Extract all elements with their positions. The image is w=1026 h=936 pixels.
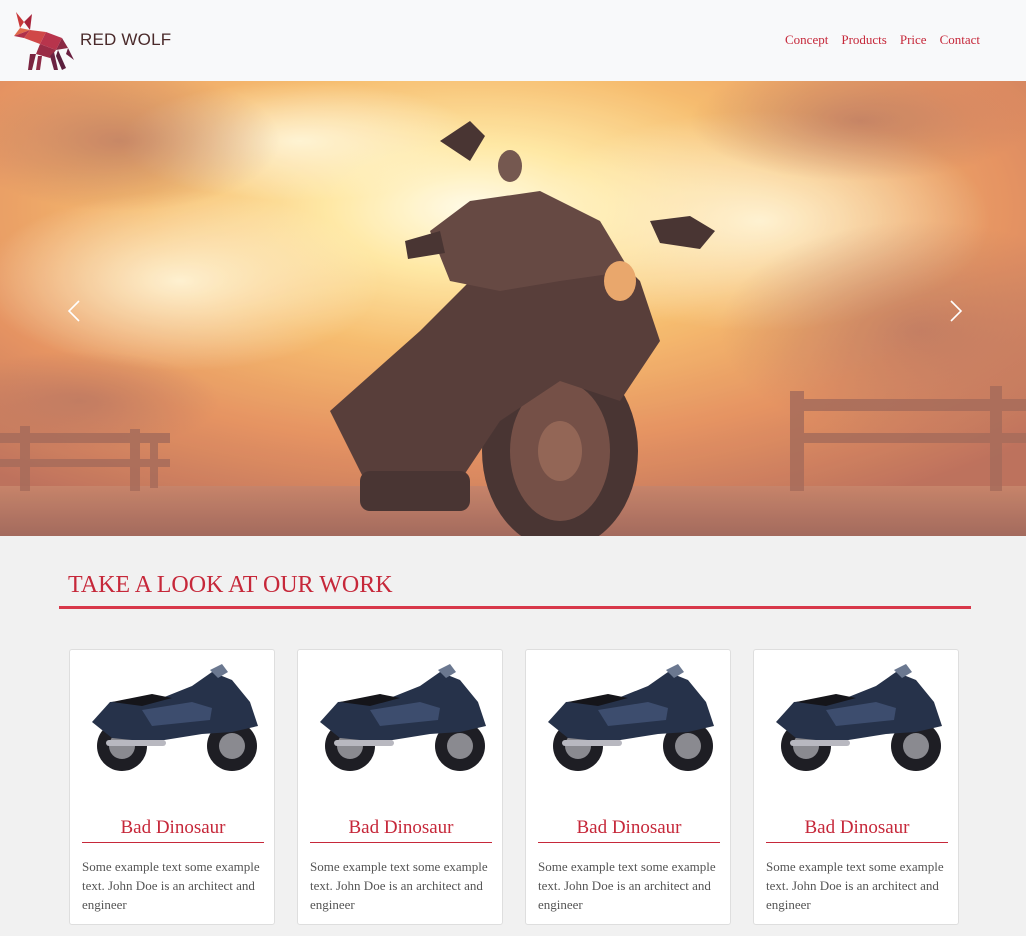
card-text: Some example text some example text. Joh… [766,859,944,912]
card-text: Some example text some example text. Joh… [82,859,260,912]
work-card[interactable]: Bad Dinosaur Some example text some exam… [525,649,731,925]
chevron-left-icon [67,300,80,322]
card-title-underline [538,842,720,843]
work-card[interactable]: Bad Dinosaur Some example text some exam… [753,649,959,925]
card-title-underline [82,842,264,843]
card-text: Some example text some example text. Joh… [310,859,488,912]
nav-concept[interactable]: Concept [785,32,828,48]
card-text: Some example text some example text. Joh… [538,859,716,912]
chevron-right-icon [950,300,963,322]
main-nav: Concept Products Price Contact [785,32,980,48]
nav-price[interactable]: Price [900,32,927,48]
nav-products[interactable]: Products [841,32,887,48]
card-title-underline [310,842,492,843]
card-title[interactable]: Bad Dinosaur [766,817,948,839]
card-title[interactable]: Bad Dinosaur [538,817,720,839]
card-title[interactable]: Bad Dinosaur [310,817,492,839]
brand-name[interactable]: RED WOLF [80,30,171,50]
work-card[interactable]: Bad Dinosaur Some example text some exam… [297,649,503,925]
section-divider [59,606,971,609]
motorcycle-image [320,664,486,771]
navbar: RED WOLF Concept Products Price Contact [0,0,1026,81]
card-title[interactable]: Bad Dinosaur [82,817,264,839]
nav-contact[interactable]: Contact [940,32,980,48]
motorcycle-image [548,664,714,771]
carousel-prev-button[interactable] [54,291,94,331]
hero-carousel [0,81,1026,536]
red-wolf-logo-icon[interactable] [10,8,74,72]
hero-motorcycle-image [0,81,1026,536]
section-title: TAKE A LOOK AT OUR WORK [68,572,393,598]
motorcycle-image [776,664,942,771]
card-title-underline [766,842,948,843]
carousel-next-button[interactable] [936,291,976,331]
motorcycle-image [92,664,258,771]
work-card[interactable]: Bad Dinosaur Some example text some exam… [69,649,275,925]
